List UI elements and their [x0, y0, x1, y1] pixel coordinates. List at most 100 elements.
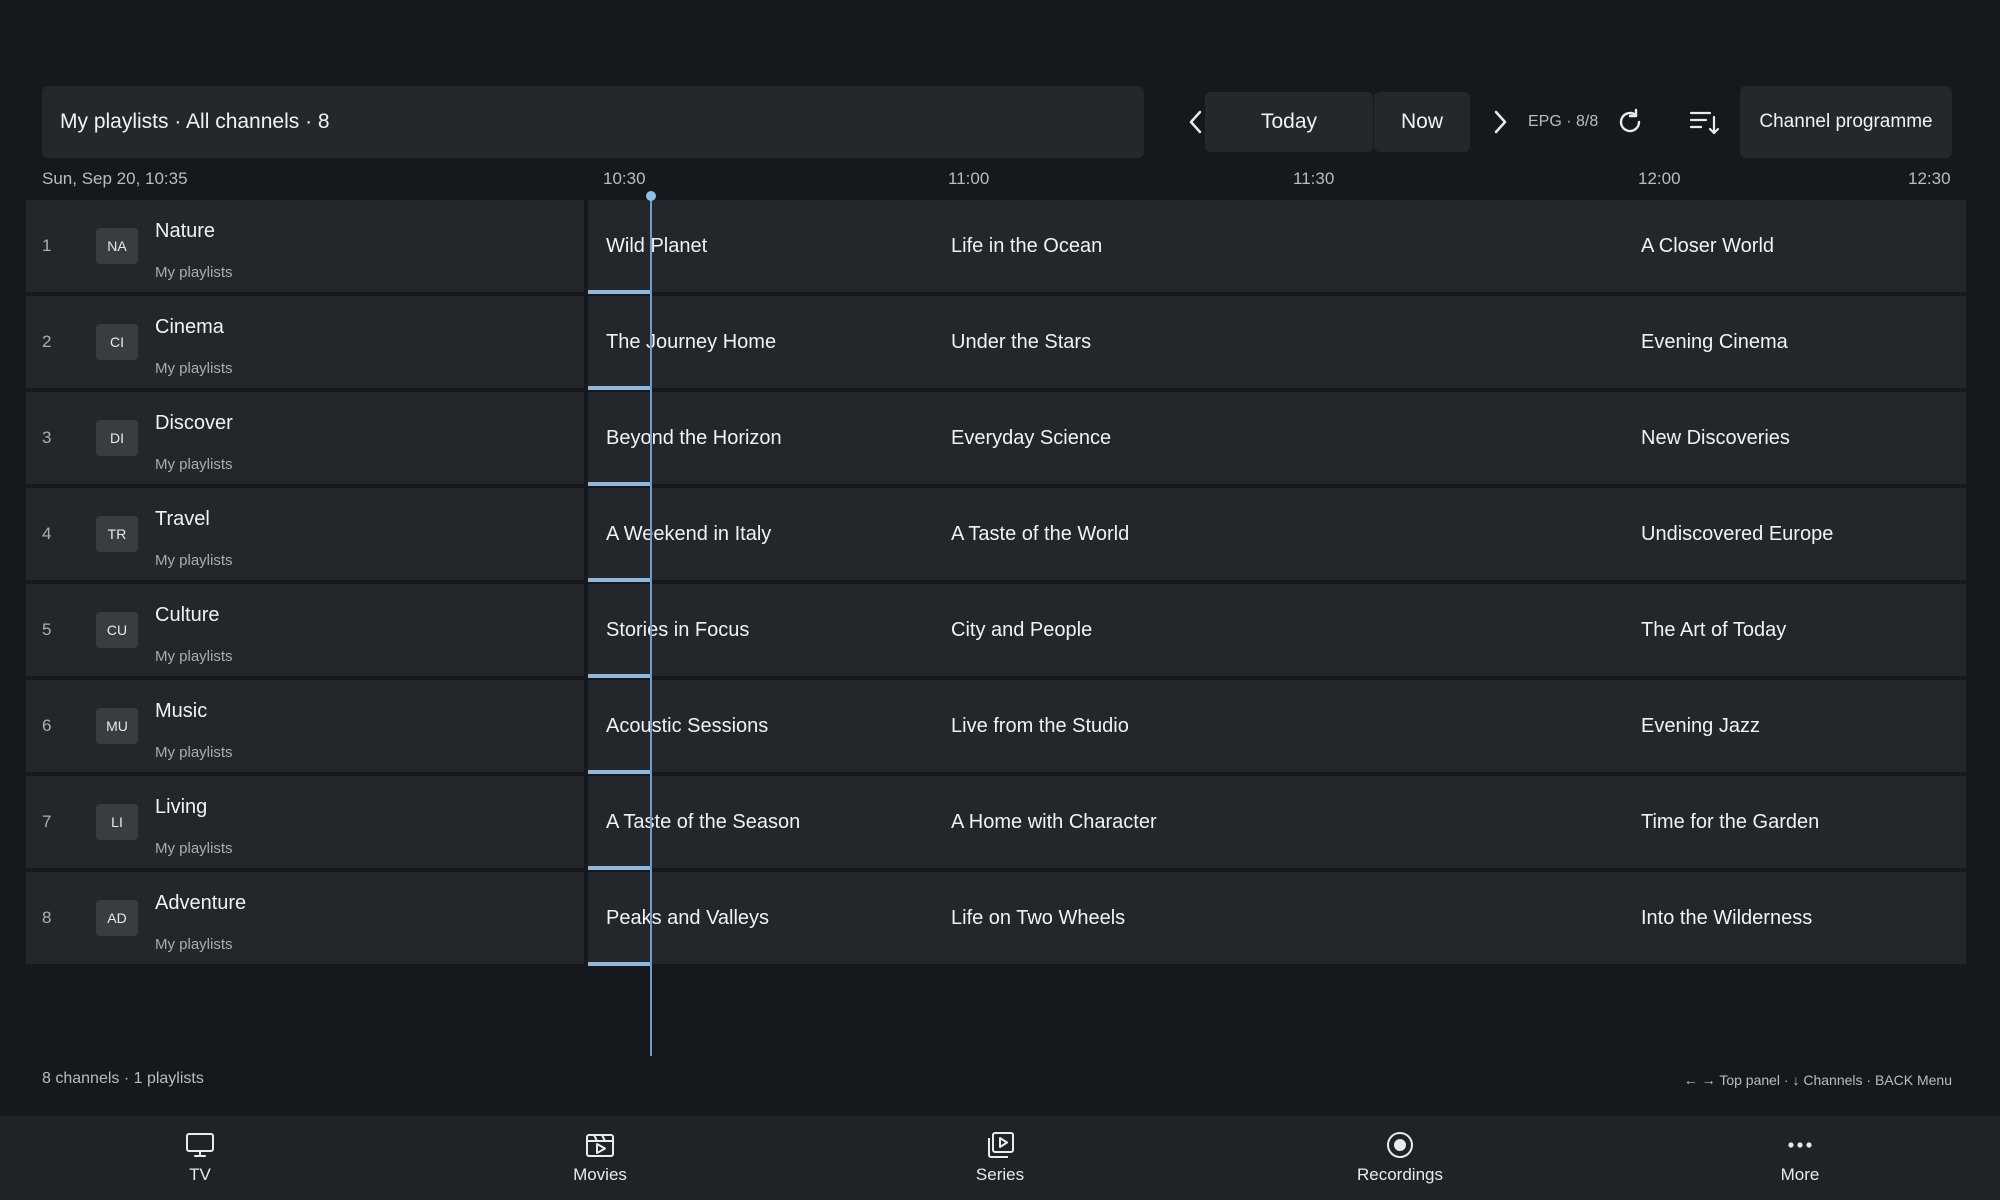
programme-progress — [588, 482, 650, 486]
channel-playlist: My playlists — [155, 648, 233, 665]
epg-grid: 1 NA Nature My playlists Wild Planet Lif… — [26, 200, 1966, 968]
channel-row: 5 CU Culture My playlists Stories in Foc… — [26, 584, 1966, 680]
today-button[interactable]: Today — [1205, 92, 1373, 152]
breadcrumb-text: My playlists · All channels · 8 — [60, 110, 330, 133]
channel-number: 3 — [42, 428, 52, 447]
sort-button[interactable] — [1680, 86, 1728, 158]
nav-item-movies[interactable]: Movies — [500, 1116, 700, 1200]
programme-progress — [588, 290, 650, 294]
current-time-marker — [646, 191, 656, 201]
channel-row: 2 CI Cinema My playlists The Journey Hom… — [26, 296, 1966, 392]
channel-row: 7 LI Living My playlists A Taste of the … — [26, 776, 1966, 872]
channel-playlist: My playlists — [155, 264, 233, 281]
channel-cell[interactable]: 7 LI Living My playlists — [26, 776, 584, 870]
channel-logo: CU — [96, 612, 138, 648]
channel-playlist: My playlists — [155, 840, 233, 857]
programme-progress — [588, 770, 650, 774]
programme-cell[interactable]: New Discoveries — [1623, 392, 1966, 486]
channel-number: 2 — [42, 332, 52, 351]
programme-cell[interactable]: A Taste of the World — [933, 488, 1623, 582]
programme-progress — [588, 866, 650, 870]
channel-name: Travel — [155, 508, 210, 530]
bottom-navigation: TV Movies Series Recordings More — [0, 1116, 2000, 1200]
time-tick: 10:30 — [603, 169, 646, 188]
time-tick: 11:00 — [948, 169, 990, 188]
programme-cell[interactable]: Stories in Focus — [588, 584, 933, 678]
programme-cell[interactable]: The Journey Home — [588, 296, 933, 390]
programme-cell[interactable]: A Closer World — [1623, 200, 1966, 294]
channel-logo: TR — [96, 516, 138, 552]
channel-name: Discover — [155, 412, 233, 434]
channel-logo: NA — [96, 228, 138, 264]
time-tick: 12:00 — [1638, 169, 1681, 188]
programme-cell[interactable]: Wild Planet — [588, 200, 933, 294]
channel-name: Music — [155, 700, 208, 722]
programme-cell[interactable]: Life in the Ocean — [933, 200, 1623, 294]
programme-cell[interactable]: Life on Two Wheels — [933, 872, 1623, 966]
programme-cell[interactable]: Acoustic Sessions — [588, 680, 933, 774]
channel-row: 8 AD Adventure My playlists Peaks and Va… — [26, 872, 1966, 968]
nav-item-more[interactable]: More — [1700, 1116, 1900, 1200]
programme-cell[interactable]: Time for the Garden — [1623, 776, 1966, 870]
programme-cell[interactable]: Beyond the Horizon — [588, 392, 933, 486]
channel-row: 6 MU Music My playlists Acoustic Session… — [26, 680, 1966, 776]
channel-cell[interactable]: 6 MU Music My playlists — [26, 680, 584, 774]
channel-number: 7 — [42, 812, 52, 831]
time-tick: 12:30 — [1908, 169, 1951, 188]
channel-name: Nature — [155, 220, 216, 242]
channel-cell[interactable]: 8 AD Adventure My playlists — [26, 872, 584, 966]
channel-logo: LI — [96, 804, 138, 840]
refresh-icon — [1619, 108, 1641, 133]
programme-cell[interactable]: Live from the Studio — [933, 680, 1623, 774]
channel-cell[interactable]: 1 NA Nature My playlists — [26, 200, 584, 294]
programme-cell[interactable]: The Art of Today — [1623, 584, 1966, 678]
chevron-left-icon — [1189, 110, 1202, 134]
channel-row: 1 NA Nature My playlists Wild Planet Lif… — [26, 200, 1966, 296]
programme-cell[interactable]: Peaks and Valleys — [588, 872, 933, 966]
channel-number: 5 — [42, 620, 52, 639]
programme-cell[interactable]: Everyday Science — [933, 392, 1623, 486]
programme-cell[interactable]: A Home with Character — [933, 776, 1623, 870]
epg-status: EPG · 8/8 — [1528, 113, 1599, 130]
more-icon — [1788, 1142, 1812, 1148]
programme-cell[interactable]: Undiscovered Europe — [1623, 488, 1966, 582]
channel-number: 1 — [42, 236, 52, 255]
programme-cell[interactable]: Into the Wilderness — [1623, 872, 1966, 966]
channel-number: 4 — [42, 524, 52, 543]
current-date: Sun, Sep 20, 10:35 — [42, 169, 188, 188]
now-button[interactable]: Now — [1374, 92, 1470, 152]
channel-cell[interactable]: 2 CI Cinema My playlists — [26, 296, 584, 390]
nav-item-tv[interactable]: TV — [100, 1116, 300, 1200]
channel-summary: 8 channels · 1 playlists — [42, 1070, 204, 1087]
channel-name: Culture — [155, 604, 220, 626]
refresh-button[interactable] — [1606, 86, 1654, 158]
recordings-icon — [1387, 1132, 1413, 1158]
programme-cell[interactable]: Under the Stars — [933, 296, 1623, 390]
channel-name: Living — [155, 796, 208, 818]
programme-cell[interactable]: City and People — [933, 584, 1623, 678]
sort-icon — [1689, 111, 1720, 135]
programme-cell[interactable]: Evening Cinema — [1623, 296, 1966, 390]
nav-item-recordings[interactable]: Recordings — [1300, 1116, 1500, 1200]
programme-cell[interactable]: A Weekend in Italy — [588, 488, 933, 582]
channel-cell[interactable]: 4 TR Travel My playlists — [26, 488, 584, 582]
channel-playlist: My playlists — [155, 744, 233, 761]
programme-progress — [588, 674, 650, 678]
next-day-button[interactable] — [1476, 86, 1524, 158]
programme-cell[interactable]: Evening Jazz — [1623, 680, 1966, 774]
channel-playlist: My playlists — [155, 552, 233, 569]
programme-progress — [588, 386, 650, 390]
programme-progress — [588, 578, 650, 582]
channel-programme-button[interactable]: Channel programme — [1740, 86, 1952, 158]
breadcrumb[interactable]: My playlists · All channels · 8 — [42, 86, 1144, 158]
channel-cell[interactable]: 3 DI Discover My playlists — [26, 392, 584, 486]
nav-item-series[interactable]: Series — [900, 1116, 1100, 1200]
channel-number: 6 — [42, 716, 52, 735]
channel-cell[interactable]: 5 CU Culture My playlists — [26, 584, 584, 678]
channel-logo: MU — [96, 708, 138, 744]
channel-row: 4 TR Travel My playlists A Weekend in It… — [26, 488, 1966, 584]
channel-name: Adventure — [155, 892, 247, 914]
programme-cell[interactable]: A Taste of the Season — [588, 776, 933, 870]
channel-playlist: My playlists — [155, 936, 233, 953]
channel-logo: CI — [96, 324, 138, 360]
